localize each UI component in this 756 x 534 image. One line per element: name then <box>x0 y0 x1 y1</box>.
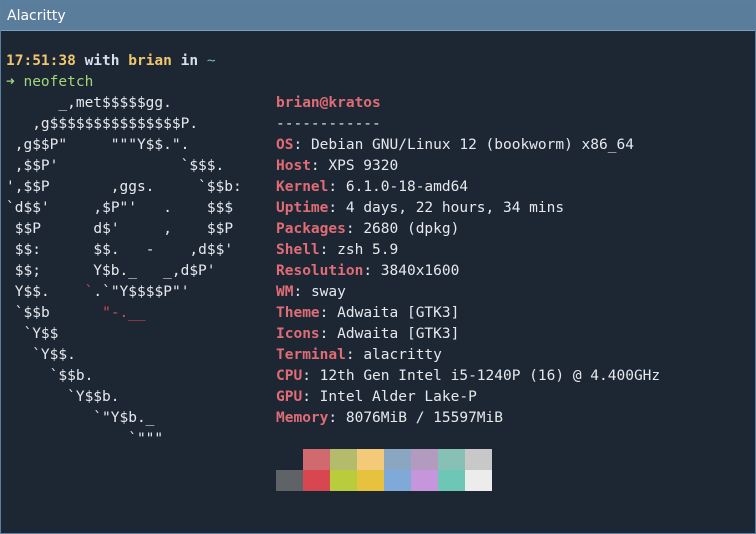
info-key: Packages <box>276 221 346 237</box>
logo-line: `$$b "-.__ <box>14 305 146 321</box>
logo-line: $$: $$. - ,d$$' <box>14 242 234 258</box>
system-info: brian@kratos ------------ OS: Debian GNU… <box>276 93 660 429</box>
logo-line: ',$$P ,ggs. `$$b: <box>6 179 242 195</box>
logo-line: `Y$$ <box>6 326 59 342</box>
color-swatch <box>465 470 492 491</box>
info-row-icons: Icons: Adwaita [GTK3] <box>276 326 460 342</box>
color-swatch <box>438 470 465 491</box>
logo-line: Y$$. `.`"Y$$$$P"' <box>14 284 190 300</box>
command-text: neofetch <box>23 74 94 90</box>
logo-line: $$P d$' , $$P <box>14 221 234 237</box>
info-key: OS <box>276 137 294 153</box>
logo-line: `d$$' ,$P"' . $$$ <box>6 200 234 216</box>
info-row-uptime: Uptime: 4 days, 22 hours, 34 mins <box>276 200 565 216</box>
color-swatch <box>411 470 438 491</box>
info-value: 6.1.0-18-amd64 <box>345 179 469 195</box>
separator-line: ------------ <box>276 116 381 132</box>
logo-line: ,g$$$$$$$$$$$$$$$P. <box>6 116 199 132</box>
prompt-time: 17:51:38 <box>6 53 76 69</box>
logo-line: `Y$$. <box>6 347 76 363</box>
info-key: CPU <box>276 368 303 384</box>
prompt-user: brian <box>128 53 172 69</box>
color-swatch <box>330 470 357 491</box>
prompt-directory: ~ <box>206 53 216 69</box>
info-row-packages: Packages: 2680 (dpkg) <box>276 221 460 237</box>
info-row-gpu: GPU: Intel Alder Lake-P <box>276 389 477 405</box>
prompt-arrow-icon: ➜ <box>6 74 15 90</box>
user-host: brian@kratos <box>276 95 381 111</box>
info-key: Resolution <box>276 263 364 279</box>
info-key: WM <box>276 284 294 300</box>
logo-line: `"Y$b._ <box>6 410 155 426</box>
info-value: alacritty <box>363 347 442 363</box>
info-value: 2680 (dpkg) <box>363 221 460 237</box>
info-row-resolution: Resolution: 3840x1600 <box>276 263 460 279</box>
info-value: Adwaita [GTK3] <box>337 326 460 342</box>
color-swatch <box>357 470 384 491</box>
info-value: XPS 9320 <box>328 158 399 174</box>
info-row-kernel: Kernel: 6.1.0-18-amd64 <box>276 179 469 195</box>
logo-line: $$; Y$b._ _,d$P' <box>6 263 216 279</box>
info-key: Host <box>276 158 311 174</box>
info-row-memory: Memory: 8076MiB / 15597MiB <box>276 410 503 426</box>
info-key: Uptime <box>276 200 329 216</box>
info-row-os: OS: Debian GNU/Linux 12 (bookworm) x86_6… <box>276 137 634 153</box>
logo-line: `$$b. <box>6 368 94 384</box>
info-value: zsh 5.9 <box>337 242 399 258</box>
info-value: 12th Gen Intel i5-1240P (16) @ 4.400GHz <box>319 368 661 384</box>
command-line: ➜ neofetch <box>6 72 93 93</box>
info-value: Debian GNU/Linux 12 (bookworm) x86_64 <box>310 137 634 153</box>
terminal-window: Alacritty 17:51:38 with brian in ~ ➜ neo… <box>0 0 756 534</box>
info-value: 4 days, 22 hours, 34 mins <box>345 200 565 216</box>
info-value: sway <box>310 284 346 300</box>
prompt-with: with <box>84 53 120 69</box>
logo-line: _,met$$$$$gg. <box>6 95 172 111</box>
info-row-host: Host: XPS 9320 <box>276 158 399 174</box>
color-swatch <box>384 470 411 491</box>
color-palette <box>276 449 492 491</box>
info-value: Adwaita [GTK3] <box>337 305 460 321</box>
info-key: Terminal <box>276 347 346 363</box>
shell-prompt: 17:51:38 with brian in ~ <box>6 51 216 72</box>
logo-line: ,$$P' `$$$. <box>6 158 225 174</box>
info-header: brian@kratos <box>276 93 660 114</box>
info-key: Theme <box>276 305 320 321</box>
color-swatch <box>303 449 330 470</box>
info-row-shell: Shell: zsh 5.9 <box>276 242 399 258</box>
color-swatch <box>303 470 330 491</box>
logo-line: `Y$$b. <box>6 389 120 405</box>
color-swatch <box>438 449 465 470</box>
info-row-wm: WM: sway <box>276 284 346 300</box>
info-row-theme: Theme: Adwaita [GTK3] <box>276 305 460 321</box>
color-swatch <box>411 449 438 470</box>
logo-line: `""" <box>6 431 164 447</box>
info-row-cpu: CPU: 12th Gen Intel i5-1240P (16) @ 4.40… <box>276 368 661 384</box>
color-swatch <box>276 449 303 470</box>
info-value: 3840x1600 <box>380 263 460 279</box>
info-separator: ------------ <box>276 114 660 135</box>
terminal-content[interactable]: 17:51:38 with brian in ~ ➜ neofetch _,me… <box>1 31 755 533</box>
color-swatch <box>357 449 384 470</box>
info-key: Shell <box>276 242 320 258</box>
window-titlebar[interactable]: Alacritty <box>1 1 755 31</box>
info-key: Kernel <box>276 179 329 195</box>
color-swatch <box>330 449 357 470</box>
color-swatch <box>276 470 303 491</box>
debian-ascii-logo: _,met$$$$$gg. ,g$$$$$$$$$$$$$$$P. ,g$$P"… <box>6 93 242 450</box>
info-value: Intel Alder Lake-P <box>319 389 477 405</box>
info-value: 8076MiB / 15597MiB <box>345 410 503 426</box>
window-title: Alacritty <box>7 8 66 24</box>
prompt-in: in <box>180 53 199 69</box>
info-key: Icons <box>276 326 320 342</box>
logo-line: ,g$$P" """Y$$.". <box>6 137 190 153</box>
color-swatch <box>384 449 411 470</box>
info-row-terminal: Terminal: alacritty <box>276 347 442 363</box>
color-swatch <box>465 449 492 470</box>
info-key: Memory <box>276 410 329 426</box>
info-key: GPU <box>276 389 303 405</box>
